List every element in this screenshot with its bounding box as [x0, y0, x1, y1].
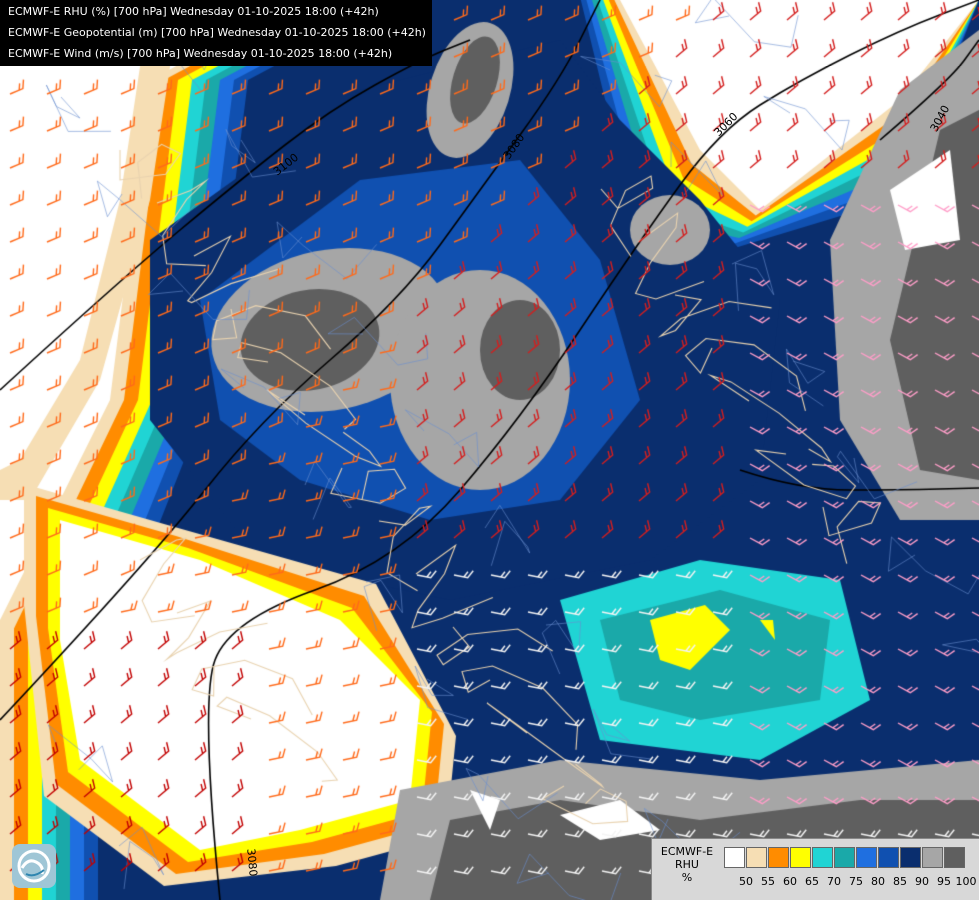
legend-swatch	[790, 847, 811, 868]
legend-tick-label: 65	[805, 875, 819, 888]
legend-swatch	[834, 847, 855, 868]
legend-tick-label: 55	[761, 875, 775, 888]
legend-tick-label: 85	[893, 875, 907, 888]
rhu-legend: ECMWF-E RHU % 50 55 60 65 70 75 80 85 90 95 100	[651, 838, 979, 900]
legend-tick-label: 100	[955, 875, 977, 888]
legend-tick-label: 60	[783, 875, 797, 888]
legend-tick-label: 50	[739, 875, 753, 888]
legend-swatch	[768, 847, 789, 868]
legend-ticks: 50 55 60 65 70 75 80 85 90 95 100	[735, 875, 977, 888]
legend-tick-label: 70	[827, 875, 841, 888]
legend-title: ECMWF-E RHU %	[656, 845, 718, 884]
header-rhu-line: ECMWF-E RHU (%) [700 hPa] Wednesday 01-1…	[8, 5, 379, 18]
legend-swatch	[812, 847, 833, 868]
map-header: ECMWF-E RHU (%) [700 hPa] Wednesday 01-1…	[0, 0, 432, 66]
legend-tick-label: 95	[937, 875, 951, 888]
legend-swatch	[878, 847, 899, 868]
header-wind-line: ECMWF-E Wind (m/s) [700 hPa] Wednesday 0…	[8, 47, 393, 60]
legend-unit: %	[681, 871, 693, 884]
legend-model: ECMWF-E	[660, 845, 714, 858]
header-geopotential-line: ECMWF-E Geopotential (m) [700 hPa] Wedne…	[8, 26, 426, 39]
legend-swatch	[944, 847, 965, 868]
legend-swatches	[724, 847, 966, 868]
legend-swatch	[746, 847, 767, 868]
legend-swatch	[900, 847, 921, 868]
legend-swatch	[856, 847, 877, 868]
rhu-map-canvas	[0, 0, 979, 900]
legend-swatch	[724, 847, 745, 868]
legend-tick-label: 80	[871, 875, 885, 888]
legend-variable: RHU	[675, 858, 699, 871]
legend-tick-label: 90	[915, 875, 929, 888]
legend-swatch	[922, 847, 943, 868]
legend-tick-label: 75	[849, 875, 863, 888]
wave-logo-icon	[12, 844, 56, 888]
contour-label: 3080	[244, 847, 260, 878]
